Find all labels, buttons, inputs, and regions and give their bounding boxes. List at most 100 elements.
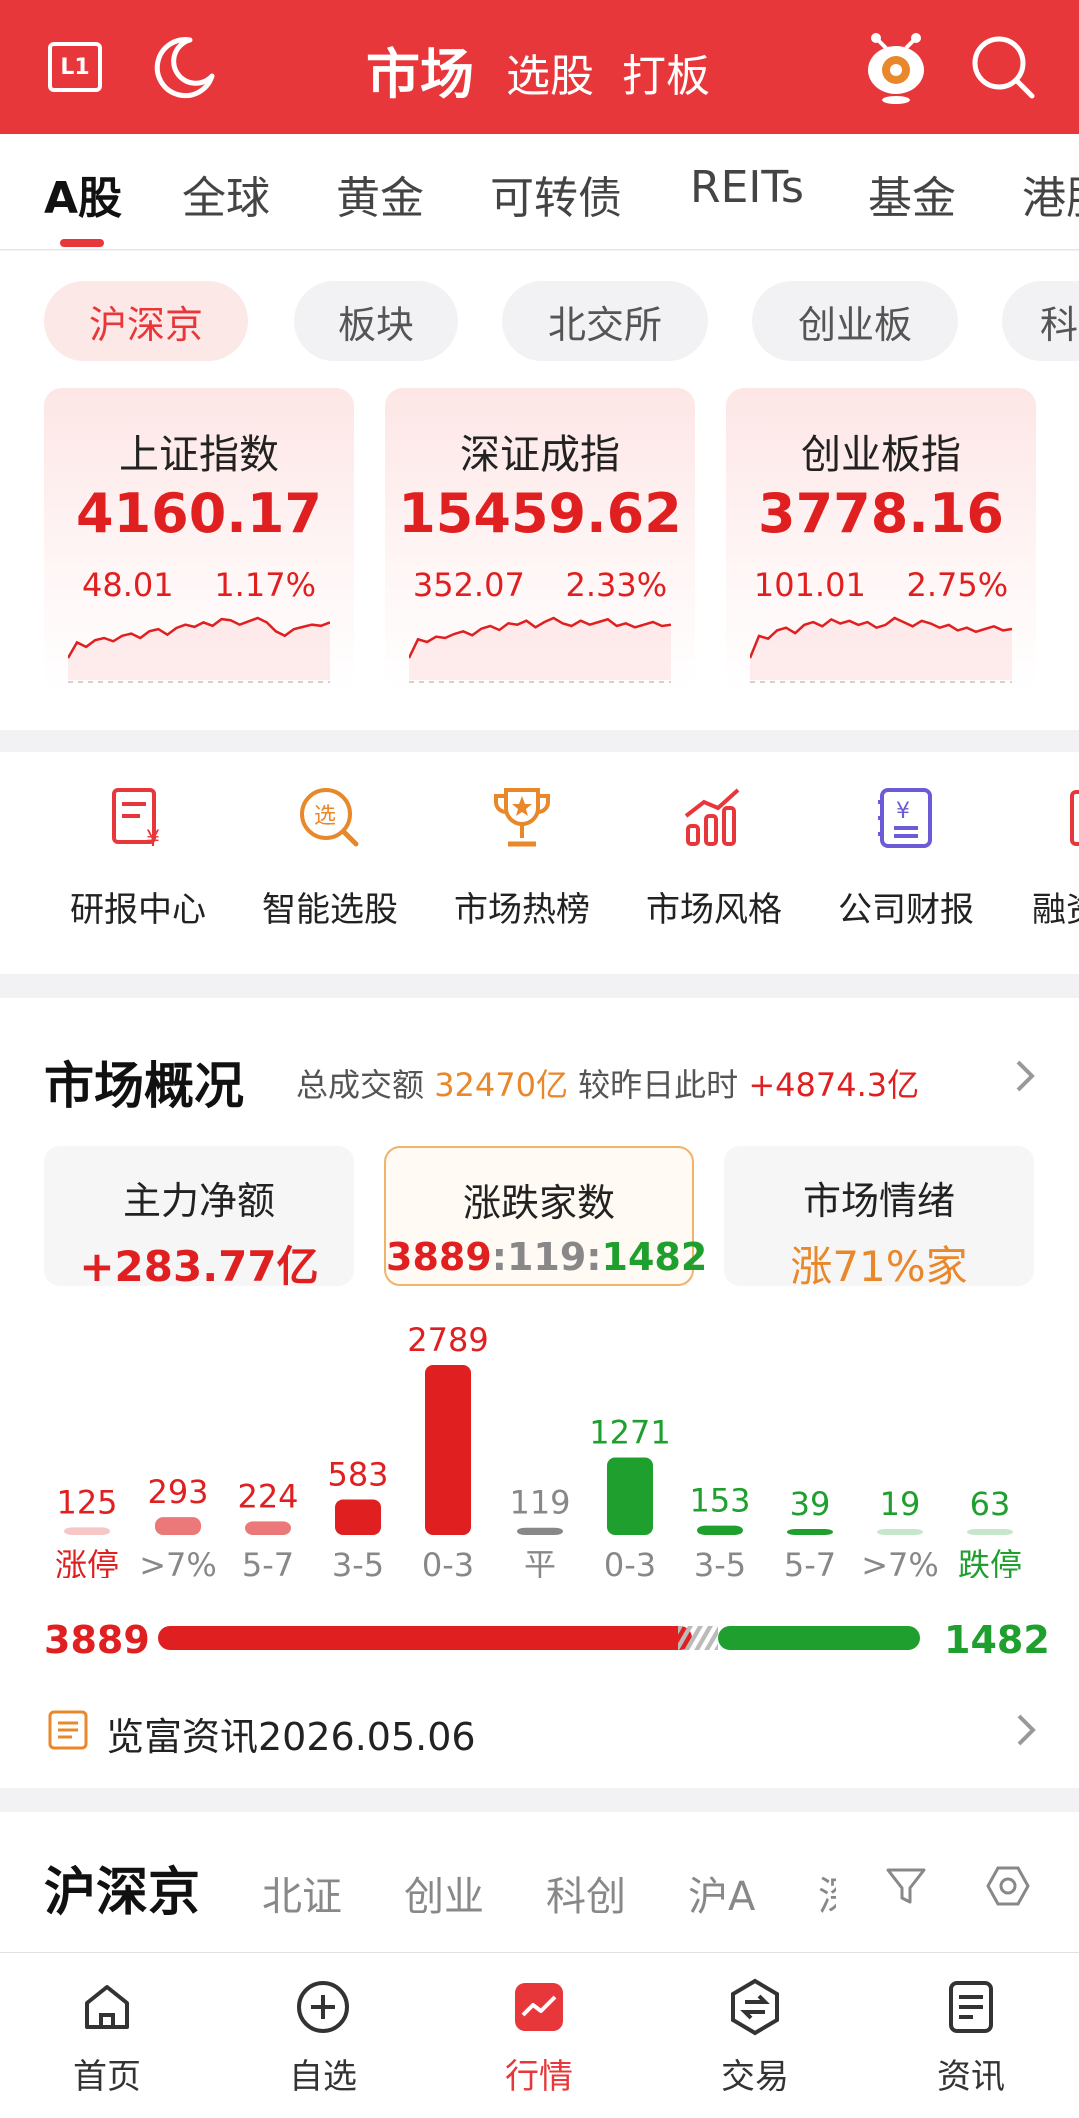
bottom-navigation: 首页 自选 行情 交易 资讯 xyxy=(0,1952,1079,2118)
tab-stock-picker[interactable]: 选股 xyxy=(506,40,594,104)
moon-icon[interactable] xyxy=(150,32,220,102)
advance-decline-value: 3889:119:1482 xyxy=(386,1235,708,1279)
stat-main-net[interactable]: 主力净额 +283.77亿 xyxy=(44,1146,354,1291)
tab-gold[interactable]: 黄金 xyxy=(336,162,424,226)
index-card-chinext[interactable]: 创业板指 3778.16 101.01 2.75% xyxy=(726,388,1036,692)
bar-value-label: 39 xyxy=(790,1485,831,1523)
bar-category-label: 0-3 xyxy=(422,1546,474,1578)
func-research-reports[interactable]: ¥ 研报中心 xyxy=(48,782,228,931)
index-change: 352.07 2.33% xyxy=(412,566,668,604)
bar-category-label: >7% xyxy=(139,1546,217,1578)
nav-home[interactable]: 首页 xyxy=(42,1977,172,2098)
index-price: 3778.16 xyxy=(758,482,1004,545)
advance-decline-chart: 125 涨停 293 >7% 224 5-7 583 3-5 2789 0-3 119 平 1271 0-… xyxy=(55,1321,1022,1578)
nav-watchlist[interactable]: 自选 xyxy=(258,1977,388,2098)
chip-bse[interactable]: 北交所 xyxy=(502,281,708,361)
tab-funds[interactable]: 基金 xyxy=(868,162,956,226)
bar-value-label: 19 xyxy=(880,1485,921,1523)
bar[interactable] xyxy=(335,1499,381,1535)
func-margin-trading[interactable]: 融资融券 xyxy=(1008,782,1079,931)
bar[interactable] xyxy=(607,1457,653,1535)
tab-reits[interactable]: REITs xyxy=(690,162,804,213)
bar[interactable] xyxy=(425,1365,471,1535)
bar[interactable] xyxy=(517,1527,563,1535)
bar[interactable] xyxy=(155,1517,201,1535)
index-name: 深证成指 xyxy=(460,432,620,478)
down-count: 1482 xyxy=(944,1618,1050,1662)
margin-icon xyxy=(1070,790,1079,846)
add-circle-icon xyxy=(297,1981,349,2033)
index-change: 101.01 2.75% xyxy=(753,566,1009,604)
level1-quote-button[interactable]: L1 xyxy=(48,42,102,92)
robot-assistant-icon[interactable] xyxy=(862,30,930,106)
market-news-link[interactable]: 览富资讯2026.05.06 xyxy=(0,1698,1079,1774)
chip-shanghai-shenzhen-beijing[interactable]: 沪深京 xyxy=(44,281,248,361)
bar[interactable] xyxy=(697,1525,743,1535)
tab-global[interactable]: 全球 xyxy=(182,162,270,226)
tab-list-sz-a[interactable]: 深A xyxy=(818,1864,836,1922)
up-count: 3889 xyxy=(44,1618,150,1662)
index-sparkline xyxy=(68,616,330,683)
bar-value-label: 224 xyxy=(237,1477,298,1515)
market-chart-icon xyxy=(515,1983,563,2031)
stat-market-sentiment[interactable]: 市场情绪 涨71%家 xyxy=(724,1146,1034,1291)
market-overview: 市场概况 总成交额 32470亿 较昨日此时 +4874.3亿 主力净额 +28… xyxy=(0,998,1079,1788)
tab-list-sh-a[interactable]: 沪A xyxy=(688,1864,755,1922)
bar[interactable] xyxy=(787,1529,833,1535)
settings-icon[interactable] xyxy=(984,1862,1032,1910)
stat-advance-decline[interactable]: 涨跌家数 3889:119:1482 xyxy=(384,1146,708,1286)
news-document-icon xyxy=(949,1981,993,2033)
chip-chinext[interactable]: 创业板 xyxy=(752,281,958,361)
tab-limit-up[interactable]: 打板 xyxy=(622,40,710,104)
chip-star-market[interactable]: 科创板 xyxy=(1002,281,1079,361)
func-financial-reports[interactable]: ¥ 公司财报 xyxy=(816,782,996,931)
index-sparkline xyxy=(409,616,671,683)
search-icon[interactable] xyxy=(968,32,1038,102)
nav-news[interactable]: 资讯 xyxy=(906,1977,1036,2098)
market-tabs: A股 全球 黄金 可转债 REITs 基金 港股 xyxy=(0,134,1079,250)
svg-text:¥: ¥ xyxy=(146,827,160,852)
index-name: 上证指数 xyxy=(119,432,279,478)
tab-hk-stocks[interactable]: 港股 xyxy=(1022,162,1079,226)
index-card-sse[interactable]: 上证指数 4160.17 48.01 1.17% xyxy=(44,388,354,692)
turnover-change: +4874.3亿 xyxy=(748,1066,920,1104)
bar-category-label: 3-5 xyxy=(694,1546,746,1578)
sentiment-value: 涨71%家 xyxy=(790,1242,968,1291)
financial-report-icon: ¥ xyxy=(878,788,932,848)
overview-summary[interactable]: 总成交额 32470亿 较昨日此时 +4874.3亿 xyxy=(296,1060,919,1106)
bar[interactable] xyxy=(245,1521,291,1535)
tab-list-star[interactable]: 科创 xyxy=(546,1864,626,1922)
tab-a-shares[interactable]: A股 xyxy=(44,162,122,226)
bar-category-label: >7% xyxy=(861,1546,939,1578)
nav-market[interactable]: 行情 xyxy=(474,1977,604,2098)
index-change: 48.01 1.17% xyxy=(82,566,316,604)
bar[interactable] xyxy=(64,1527,110,1535)
func-hot-list[interactable]: 市场热榜 xyxy=(432,782,612,931)
advance-decline-ratio-bar xyxy=(158,1626,920,1650)
func-smart-picker[interactable]: 选 智能选股 xyxy=(240,782,420,931)
smart-select-icon: 选 xyxy=(300,788,359,847)
chip-sectors[interactable]: 板块 xyxy=(294,281,458,361)
trophy-icon xyxy=(494,788,550,847)
bar-category-label: 0-3 xyxy=(604,1546,656,1578)
bar-category-label: 平 xyxy=(524,1546,556,1578)
tab-convertible-bonds[interactable]: 可转债 xyxy=(490,162,622,226)
sub-tabs: 沪深京 板块 北交所 创业板 科创板 xyxy=(0,251,1079,376)
tab-list-chinext[interactable]: 创业 xyxy=(404,1864,484,1922)
chevron-right-icon[interactable] xyxy=(1012,1056,1038,1096)
bar[interactable] xyxy=(877,1529,923,1535)
tab-list-main[interactable]: 沪深京 xyxy=(44,1850,200,1925)
bar[interactable] xyxy=(967,1529,1013,1535)
index-sparkline xyxy=(750,616,1012,683)
func-market-style[interactable]: 市场风格 xyxy=(624,782,804,931)
filter-icon[interactable] xyxy=(884,1864,928,1908)
index-cards: 上证指数 4160.17 48.01 1.17% 深证成指 15459.62 3… xyxy=(0,376,1079,730)
overview-title: 市场概况 xyxy=(44,1057,244,1115)
bar-category-label: 5-7 xyxy=(242,1546,294,1578)
sparkline-area xyxy=(409,618,671,680)
tab-list-bse[interactable]: 北证 xyxy=(262,1864,342,1922)
active-tab-indicator xyxy=(60,239,104,247)
bar-category-label: 跌停 xyxy=(958,1546,1022,1578)
index-card-szse[interactable]: 深证成指 15459.62 352.07 2.33% xyxy=(385,388,695,692)
nav-trade[interactable]: 交易 xyxy=(690,1977,820,2098)
